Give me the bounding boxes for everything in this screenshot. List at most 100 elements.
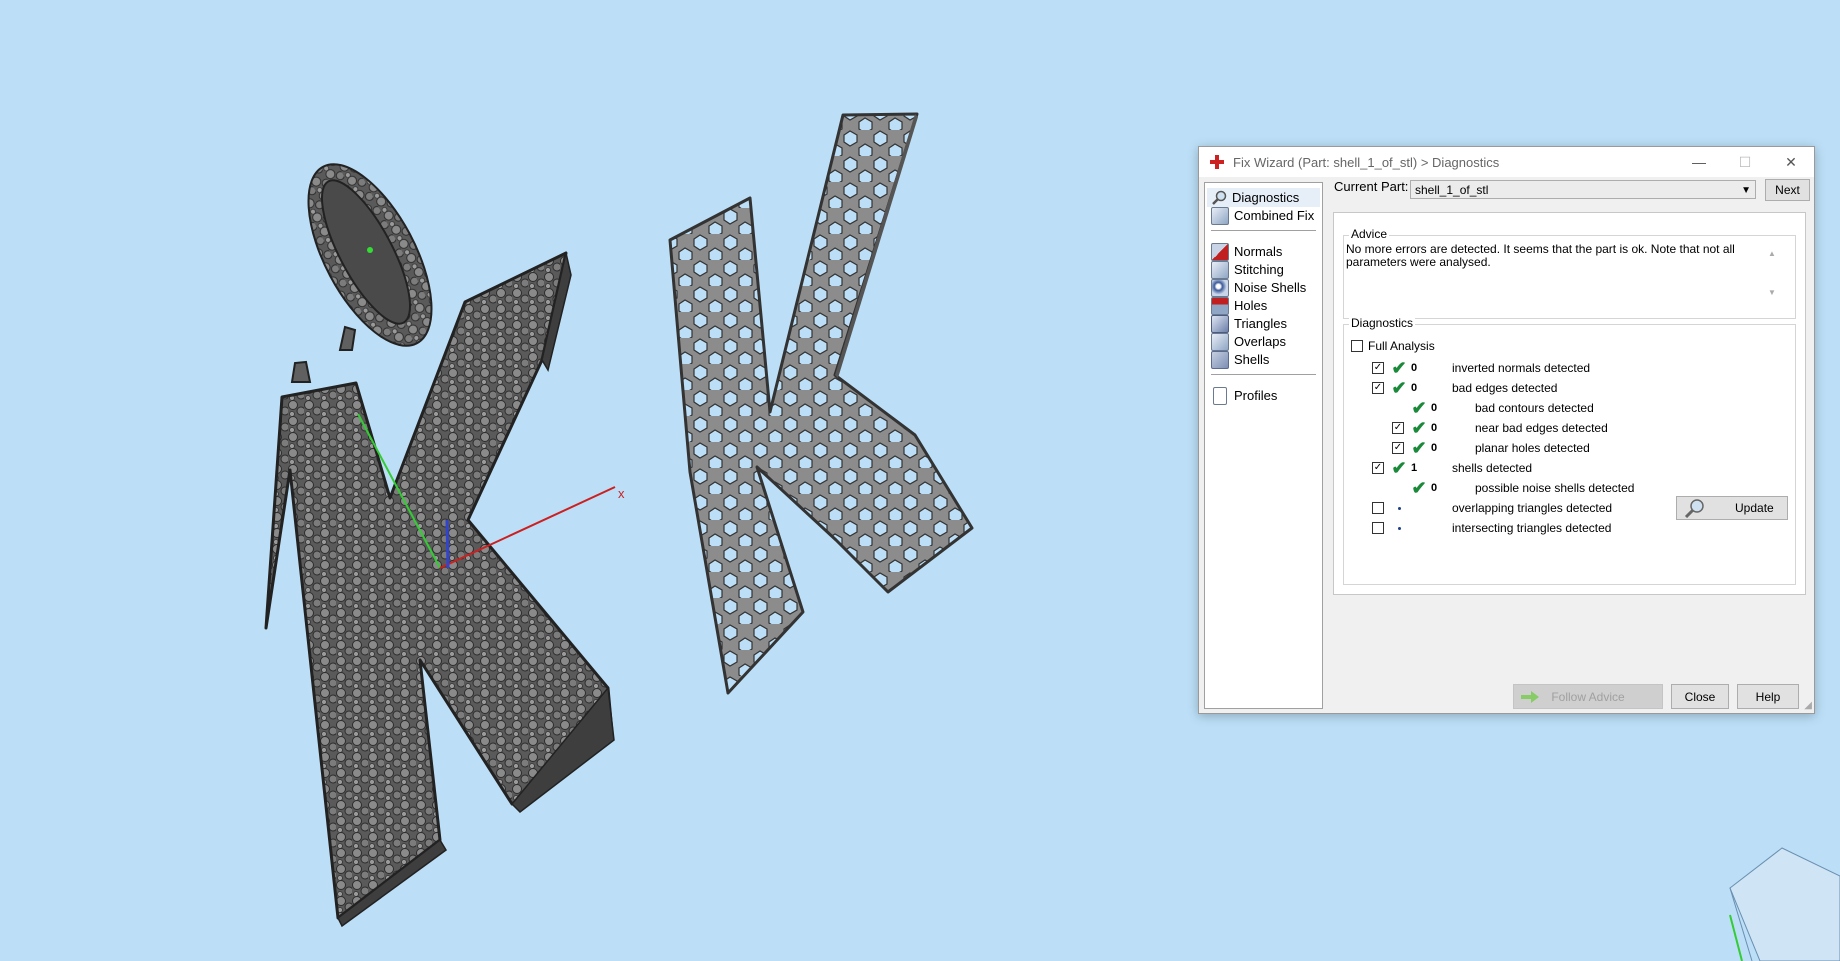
nav-item-label: Overlaps xyxy=(1234,334,1287,349)
row-checkbox-slot: ✓ xyxy=(1392,422,1406,434)
advice-text-box: No more errors are detected. It seems th… xyxy=(1344,241,1781,305)
maximize-button[interactable]: ☐ xyxy=(1722,147,1768,177)
nav-divider xyxy=(1211,374,1316,375)
follow-advice-button[interactable]: Follow Advice xyxy=(1513,684,1663,709)
title-bar[interactable]: Fix Wizard (Part: shell_1_of_stl) > Diag… xyxy=(1199,147,1814,177)
row-count: 0 xyxy=(1431,422,1438,434)
row-label: bad edges detected xyxy=(1452,381,1558,395)
row-count: 0 xyxy=(1411,362,1418,374)
nav-item-combined-fix[interactable]: Combined Fix xyxy=(1207,206,1320,225)
row-checkbox[interactable]: ✓ xyxy=(1392,442,1404,454)
diagnostic-row: ✔ 0 possible noise shells detected xyxy=(1372,478,1634,498)
nav-item-overlaps[interactable]: Overlaps xyxy=(1207,332,1320,351)
nav-item-triangles[interactable]: Triangles xyxy=(1207,314,1320,333)
arrow-right-icon xyxy=(1521,690,1539,703)
diagnostic-row: ✓ ✔ 0 near bad edges detected xyxy=(1372,418,1608,438)
noise-shells-icon xyxy=(1211,278,1229,297)
current-part-value: shell_1_of_stl xyxy=(1415,183,1489,197)
row-label: near bad edges detected xyxy=(1475,421,1608,435)
minimize-button[interactable]: — xyxy=(1676,147,1722,177)
diagnostic-row: overlapping triangles detected xyxy=(1372,498,1612,518)
row-checkbox-slot xyxy=(1372,502,1386,514)
checkmark-icon: ✔ xyxy=(1391,377,1407,398)
row-label: overlapping triangles detected xyxy=(1452,501,1613,515)
resize-grip-icon[interactable]: ◢ xyxy=(1804,700,1812,711)
next-button[interactable]: Next xyxy=(1765,179,1810,201)
magnifier-icon xyxy=(1684,499,1704,518)
row-label: shells detected xyxy=(1452,461,1533,475)
row-count: 1 xyxy=(1411,462,1418,474)
close-window-button[interactable]: ✕ xyxy=(1768,147,1814,177)
diagnostics-panel: Advice No more errors are detected. It s… xyxy=(1333,212,1806,595)
row-checkbox-slot: ✓ xyxy=(1372,362,1386,374)
checkmark-icon: ✔ xyxy=(1411,397,1427,418)
row-label: intersecting triangles detected xyxy=(1452,521,1612,535)
stitching-cube-icon xyxy=(1211,260,1229,279)
current-part-label: Current Part: xyxy=(1334,179,1409,194)
nav-item-label: Stitching xyxy=(1234,262,1284,277)
row-label: planar holes detected xyxy=(1475,441,1590,455)
nav-item-label: Triangles xyxy=(1234,316,1287,331)
nav-item-profiles[interactable]: Profiles xyxy=(1207,386,1320,405)
row-count: 0 xyxy=(1431,482,1438,494)
diagnostic-row: intersecting triangles detected xyxy=(1372,518,1611,538)
advice-label: Advice xyxy=(1349,227,1390,241)
update-button[interactable]: Update xyxy=(1676,496,1788,520)
update-label: Update xyxy=(1735,501,1774,515)
triangles-cube-icon xyxy=(1211,314,1229,333)
help-button[interactable]: Help xyxy=(1737,684,1799,709)
nav-item-normals[interactable]: Normals xyxy=(1207,242,1320,261)
view-cube[interactable] xyxy=(1729,847,1840,961)
diagnostic-row: ✔ 0 bad contours detected xyxy=(1372,397,1594,418)
magnifier-icon xyxy=(1211,190,1227,206)
pendant-ring-model[interactable] xyxy=(283,146,456,365)
row-count: 0 xyxy=(1411,382,1418,394)
diagnostic-row: ✓ ✔ 1 shells detected xyxy=(1372,458,1532,478)
row-checkbox[interactable]: ✓ xyxy=(1372,362,1384,374)
nav-item-diagnostics[interactable]: Diagnostics xyxy=(1207,188,1320,207)
nav-item-shells[interactable]: Shells xyxy=(1207,350,1320,369)
checkmark-icon: ✔ xyxy=(1411,437,1427,458)
overlaps-cube-icon xyxy=(1211,332,1229,351)
honeycomb-k-model[interactable] xyxy=(668,112,974,695)
document-icon xyxy=(1213,386,1227,405)
diagnostic-row: ✓ ✔ 0 planar holes detected xyxy=(1372,438,1590,458)
row-checkbox-slot: ✓ xyxy=(1372,382,1386,394)
row-checkbox[interactable]: ✓ xyxy=(1392,422,1404,434)
row-label: bad contours detected xyxy=(1475,401,1594,415)
row-checkbox[interactable] xyxy=(1372,502,1384,514)
normals-cube-icon xyxy=(1211,242,1229,261)
nav-divider xyxy=(1211,230,1316,231)
nav-item-stitching[interactable]: Stitching xyxy=(1207,260,1320,279)
row-checkbox[interactable]: ✓ xyxy=(1372,462,1384,474)
fix-wizard-dialog: Fix Wizard (Part: shell_1_of_stl) > Diag… xyxy=(1198,146,1815,714)
nav-item-noise-shells[interactable]: Noise Shells xyxy=(1207,278,1320,297)
shells-cube-icon xyxy=(1211,350,1229,369)
nav-item-label: Noise Shells xyxy=(1234,280,1307,295)
nav-item-label: Holes xyxy=(1234,298,1268,313)
window-title: Fix Wizard (Part: shell_1_of_stl) > Diag… xyxy=(1233,154,1500,170)
diagnostic-row: ✓ ✔ 0 bad edges detected xyxy=(1372,378,1557,398)
row-count: 0 xyxy=(1431,402,1438,414)
nav-item-label: Normals xyxy=(1234,244,1283,259)
cube-icon xyxy=(1211,206,1229,225)
row-checkbox[interactable]: ✓ xyxy=(1372,382,1384,394)
status-dot-icon xyxy=(1390,506,1408,510)
checkmark-icon: ✔ xyxy=(1391,357,1407,378)
current-part-select[interactable]: shell_1_of_stl ▼ xyxy=(1410,180,1756,199)
row-checkbox-slot: ✓ xyxy=(1372,462,1386,474)
wizard-nav: Diagnostics Combined Fix Normals Stitchi… xyxy=(1204,182,1323,709)
bubble-k-model[interactable] xyxy=(264,251,615,928)
diagnostic-row: ✓ ✔ 0 inverted normals detected xyxy=(1372,358,1590,378)
nav-item-label: Profiles xyxy=(1234,388,1278,403)
row-checkbox-slot xyxy=(1372,522,1386,534)
row-label: inverted normals detected xyxy=(1452,361,1591,375)
advice-scrollbar[interactable]: ▲ ▼ xyxy=(1765,247,1779,300)
close-button[interactable]: Close xyxy=(1671,684,1729,709)
full-analysis-checkbox[interactable] xyxy=(1351,340,1363,352)
holes-cube-icon xyxy=(1211,296,1229,315)
full-analysis-option[interactable]: Full Analysis xyxy=(1351,336,1435,356)
nav-item-holes[interactable]: Holes xyxy=(1207,296,1320,315)
row-checkbox[interactable] xyxy=(1372,522,1384,534)
nav-item-label: Shells xyxy=(1234,352,1270,367)
